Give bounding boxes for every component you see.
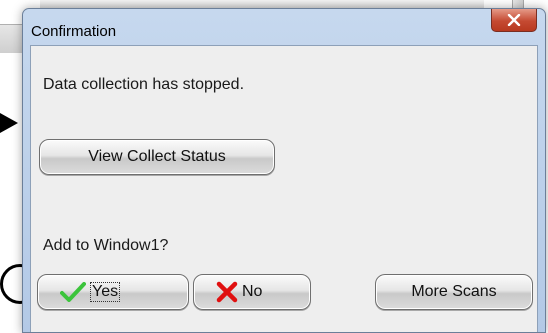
- confirmation-dialog: Confirmation Data collection has stopped…: [22, 8, 546, 333]
- more-scans-button[interactable]: More Scans: [375, 274, 533, 310]
- close-icon: [507, 14, 521, 26]
- no-label: No: [242, 283, 263, 300]
- yes-button[interactable]: Yes: [37, 274, 189, 310]
- view-collect-status-button[interactable]: View Collect Status: [39, 139, 275, 175]
- status-message: Data collection has stopped.: [43, 76, 245, 93]
- checkmark-icon: [60, 282, 86, 302]
- yes-label: Yes: [90, 282, 121, 302]
- add-to-window-question: Add to Window1?: [43, 237, 169, 254]
- dialog-client-area: Data collection has stopped. View Collec…: [30, 45, 538, 332]
- dialog-titlebar[interactable]: Confirmation: [23, 9, 545, 45]
- view-collect-status-label: View Collect Status: [88, 148, 226, 165]
- pointer-arrow-icon: [0, 113, 18, 133]
- close-button[interactable]: [491, 9, 537, 32]
- red-x-icon: [216, 281, 238, 303]
- more-scans-label: More Scans: [411, 283, 497, 300]
- no-button[interactable]: No: [193, 274, 311, 310]
- dialog-title: Confirmation: [31, 23, 117, 40]
